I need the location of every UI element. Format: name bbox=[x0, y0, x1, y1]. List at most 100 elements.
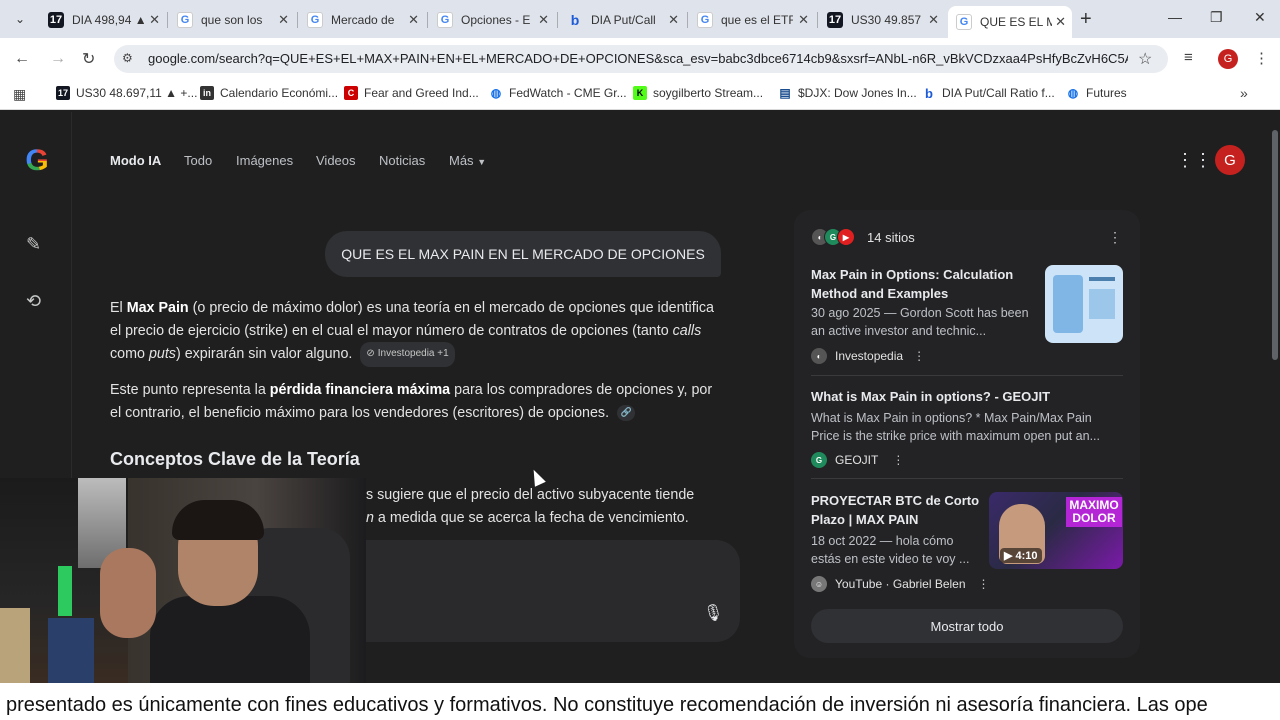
more-options-icon[interactable]: ⋮ bbox=[892, 453, 904, 467]
menu-kebab-icon[interactable]: ⋮ bbox=[1254, 49, 1269, 67]
site-settings-icon[interactable]: ⚙ bbox=[122, 51, 133, 65]
more-options-icon[interactable]: ⋮ bbox=[913, 349, 925, 363]
close-icon[interactable]: ✕ bbox=[149, 12, 160, 28]
tab-dia[interactable]: 17 DIA 498,94 ▲ ✕ bbox=[40, 6, 166, 34]
source-title[interactable]: Max Pain in Options: Calculation Method … bbox=[811, 265, 1033, 303]
restore-icon[interactable]: ❐ bbox=[1210, 9, 1223, 26]
close-icon[interactable]: ✕ bbox=[278, 12, 289, 28]
source-chip-label: Investopedia +1 bbox=[377, 348, 449, 359]
bing-icon: b bbox=[570, 12, 580, 28]
user-query-bubble: QUE ES EL MAX PAIN EN EL MERCADO DE OPCI… bbox=[325, 231, 721, 277]
profile-avatar[interactable]: G bbox=[1218, 49, 1238, 69]
google-icon: G bbox=[437, 12, 453, 28]
tab-opciones[interactable]: G Opciones - E ✕ bbox=[429, 6, 555, 34]
source-site[interactable]: ☺ YouTube · Gabriel Belen ⋮ bbox=[811, 576, 990, 592]
globe-icon: ◍ bbox=[490, 86, 502, 100]
google-logo[interactable]: G bbox=[20, 144, 54, 178]
bookmark-label: FedWatch - CME Gr... bbox=[509, 86, 627, 100]
bookmark-item[interactable]: ▤ $DJX: Dow Jones In... bbox=[778, 86, 916, 100]
tab-etf[interactable]: G que es el ETF ✕ bbox=[689, 6, 815, 34]
apps-grid-icon[interactable]: ▦ bbox=[13, 86, 26, 103]
close-icon[interactable]: ✕ bbox=[798, 12, 809, 28]
url-text[interactable]: google.com/search?q=QUE+ES+EL+MAX+PAIN+E… bbox=[148, 51, 1128, 66]
source-site[interactable]: G GEOJIT ⋮ bbox=[811, 452, 904, 468]
tab-que-son[interactable]: G que son los ✕ bbox=[169, 6, 295, 34]
tab-dia-putcall[interactable]: b DIA Put/Call ✕ bbox=[559, 6, 685, 34]
bookmark-star-icon[interactable]: ☆ bbox=[1138, 49, 1152, 69]
caption-text: presentado es únicamente con fines educa… bbox=[6, 694, 1208, 716]
text-italic: n bbox=[366, 510, 374, 526]
bookmark-item[interactable]: Ksoygilberto Stream... bbox=[633, 86, 763, 100]
scrollbar-thumb[interactable] bbox=[1272, 130, 1278, 360]
tab-modo-ia[interactable]: Modo IA bbox=[110, 153, 161, 168]
source-thumbnail[interactable] bbox=[1045, 265, 1123, 343]
microphone-icon[interactable]: 🎙 bbox=[703, 603, 723, 623]
close-icon[interactable]: ✕ bbox=[928, 12, 939, 28]
bookmark-item[interactable]: C Fear and Greed Ind... bbox=[344, 86, 479, 100]
close-icon[interactable]: ✕ bbox=[408, 12, 419, 28]
tradingview-icon: 17 bbox=[48, 12, 64, 28]
tab-videos[interactable]: Videos bbox=[316, 153, 356, 168]
tab-mas[interactable]: Más ▼ bbox=[449, 153, 486, 168]
bookmark-item[interactable]: 17 US30 48.697,11 ▲ +... bbox=[56, 86, 197, 100]
back-icon[interactable]: ← bbox=[14, 50, 30, 68]
close-icon[interactable]: ✕ bbox=[538, 12, 549, 28]
bookmark-item[interactable]: ◍ FedWatch - CME Gr... bbox=[489, 86, 627, 100]
tab-imagenes[interactable]: Imágenes bbox=[236, 153, 293, 168]
answer-partial-line-1: s sugiere que el precio del activo subya… bbox=[366, 487, 695, 503]
text-italic: calls bbox=[672, 322, 702, 339]
media-control-icon[interactable]: ≡ bbox=[1184, 49, 1193, 66]
source-chip-investopedia[interactable]: ⊘ Investopedia +1 bbox=[360, 342, 455, 367]
source-site-label: Investopedia bbox=[835, 349, 904, 363]
duration-label: 4:10 bbox=[1015, 550, 1038, 562]
investing-icon: in bbox=[200, 86, 214, 100]
tab-search-icon[interactable]: ⌄ bbox=[8, 7, 32, 31]
tab-mercado[interactable]: G Mercado de ✕ bbox=[299, 6, 425, 34]
show-all-button[interactable]: Mostrar todo bbox=[811, 609, 1123, 643]
more-options-icon[interactable]: ⋮ bbox=[978, 577, 990, 591]
divider bbox=[811, 478, 1123, 479]
close-window-icon[interactable]: ✕ bbox=[1254, 9, 1266, 26]
bookmark-item[interactable]: ◍ Futures bbox=[1066, 86, 1127, 100]
kick-icon: K bbox=[633, 86, 647, 100]
divider bbox=[811, 375, 1123, 376]
tab-us30[interactable]: 17 US30 49.857 ✕ bbox=[819, 6, 945, 34]
tab-active-max-pain[interactable]: G QUE ES EL M ✕ bbox=[948, 6, 1072, 38]
source-title[interactable]: PROYECTAR BTC de Corto Plazo | MAX PAIN bbox=[811, 491, 983, 529]
site-icons-stack: ◐ G ▶ bbox=[811, 228, 855, 246]
history-icon[interactable]: ⟲ bbox=[26, 291, 41, 312]
reload-icon[interactable]: ↻ bbox=[82, 49, 95, 69]
google-icon: G bbox=[307, 12, 323, 28]
tab-todo[interactable]: Todo bbox=[184, 153, 212, 168]
tab-title: QUE ES EL M bbox=[980, 15, 1052, 29]
source-snippet: 18 oct 2022 — hola cómo estás en este vi… bbox=[811, 534, 970, 566]
more-bookmarks-icon[interactable]: » bbox=[1240, 85, 1248, 101]
text: ) expirarán sin valor alguno. bbox=[175, 346, 353, 363]
link-icon[interactable]: 🔗 bbox=[617, 404, 636, 421]
more-options-icon[interactable]: ⋮ bbox=[1108, 229, 1122, 246]
bookmark-item[interactable]: in Calendario Económi... bbox=[200, 86, 338, 100]
tab-title: que son los bbox=[201, 13, 263, 27]
tab-title: Mercado de bbox=[331, 13, 395, 27]
close-icon[interactable]: ✕ bbox=[1055, 14, 1066, 30]
bookmark-label: Calendario Económi... bbox=[220, 86, 339, 100]
sites-count[interactable]: 14 sitios bbox=[867, 230, 915, 245]
source-title[interactable]: What is Max Pain in options? - GEOJIT bbox=[811, 387, 1123, 406]
forward-icon[interactable]: → bbox=[50, 50, 66, 68]
tab-noticias[interactable]: Noticias bbox=[379, 153, 425, 168]
text-bold: pérdida financiera máxima bbox=[269, 382, 451, 398]
close-icon[interactable]: ✕ bbox=[668, 12, 679, 28]
source-site[interactable]: ◐ Investopedia ⋮ bbox=[811, 348, 925, 364]
geojit-icon: G bbox=[811, 452, 827, 468]
minimize-icon[interactable]: — bbox=[1168, 9, 1182, 25]
thumb-figure bbox=[1089, 289, 1115, 319]
text: El bbox=[110, 300, 127, 316]
follow-up-input[interactable] bbox=[350, 540, 740, 642]
bookmark-item[interactable]: b DIA Put/Call Ratio f... bbox=[922, 86, 1055, 101]
new-chat-icon[interactable]: ✎ bbox=[26, 234, 41, 255]
webcam-person-body bbox=[150, 596, 310, 683]
account-avatar[interactable]: G bbox=[1215, 145, 1245, 175]
text: a medida que se acerca la fecha de venci… bbox=[373, 510, 689, 526]
bookmark-label: Fear and Greed Ind... bbox=[364, 86, 479, 100]
new-tab-button[interactable]: + bbox=[1080, 8, 1092, 31]
